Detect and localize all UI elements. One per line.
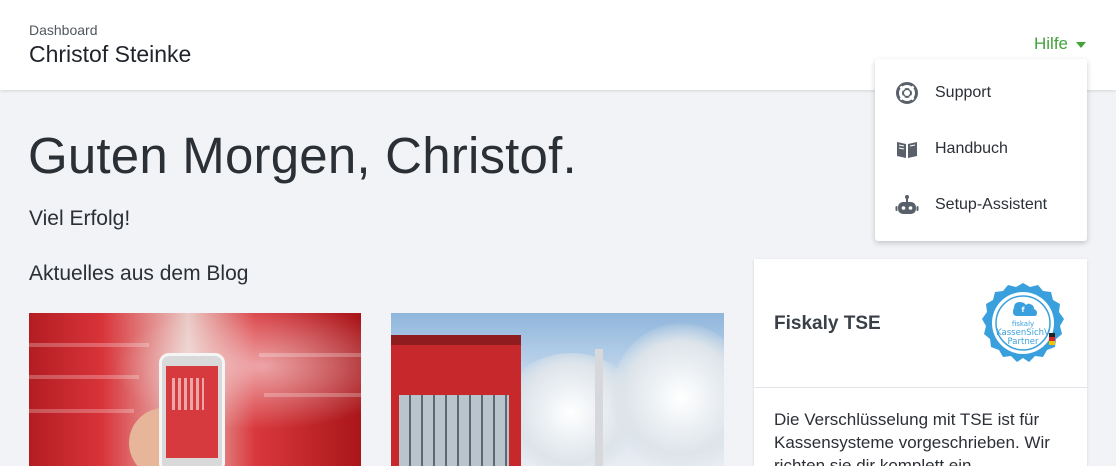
blog-section-heading: Aktuelles aus dem Blog [29,262,249,285]
fiskaly-tse-card[interactable]: Fiskaly TSE f fiskaly KassenSichV Partne… [754,259,1087,466]
greeting-heading: Guten Morgen, Christof. [28,127,577,184]
kassensichv-partner-badge-icon: f fiskaly KassenSichV Partner [982,283,1064,362]
page-title: Christof Steinke [29,41,192,67]
blog-post-image-factory[interactable] [391,313,724,466]
breadcrumb[interactable]: Dashboard [29,22,98,38]
lifebuoy-icon [896,82,918,104]
svg-text:Partner: Partner [1008,337,1039,347]
help-label: Hilfe [1034,34,1069,53]
blog-post-image-store[interactable] [29,313,361,466]
menu-item-label: Setup-Assistent [935,196,1048,213]
menu-item-setup-assistent[interactable]: Setup-Assistent [875,177,1087,233]
robot-icon [895,195,919,214]
caret-down-icon [1076,42,1087,48]
card-divider [754,387,1087,388]
smartphone-icon [159,353,225,466]
card-description: Die Verschlüsselung mit TSE ist für Kass… [774,410,1050,466]
menu-item-support[interactable]: Support [875,65,1087,121]
menu-item-label: Support [935,84,992,101]
book-open-icon [897,142,917,158]
help-dropdown-menu: Support Handbuch Setup-Assistent [875,59,1087,241]
menu-item-handbuch[interactable]: Handbuch [875,121,1087,177]
greeting-subtext: Viel Erfolg! [29,207,131,230]
card-title: Fiskaly TSE [774,313,881,334]
svg-text:fiskaly: fiskaly [1012,320,1034,328]
help-menu-button[interactable]: Hilfe [1034,34,1087,54]
menu-item-label: Handbuch [935,140,1008,157]
